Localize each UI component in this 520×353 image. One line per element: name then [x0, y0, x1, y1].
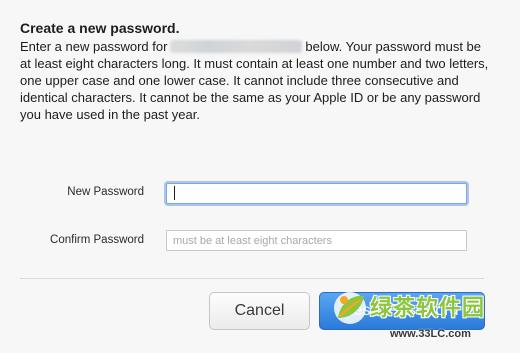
- button-divider: [20, 278, 484, 279]
- confirm-password-input[interactable]: [166, 230, 467, 251]
- password-instructions: Enter a new password for below. Your pass…: [20, 38, 490, 123]
- cancel-button[interactable]: Cancel: [209, 292, 310, 330]
- text-caret: [174, 186, 175, 200]
- new-password-label: New Password: [67, 186, 144, 198]
- instructions-lead: Enter a new password for: [20, 39, 168, 54]
- dialog-heading: Create a new password.: [20, 20, 180, 36]
- new-password-input[interactable]: [166, 183, 467, 204]
- redacted-apple-id: [170, 40, 303, 53]
- confirm-password-label: Confirm Password: [50, 234, 144, 246]
- reset-password-button[interactable]: Reset Password: [319, 292, 485, 330]
- reset-password-dialog: Create a new password. Enter a new passw…: [0, 0, 520, 353]
